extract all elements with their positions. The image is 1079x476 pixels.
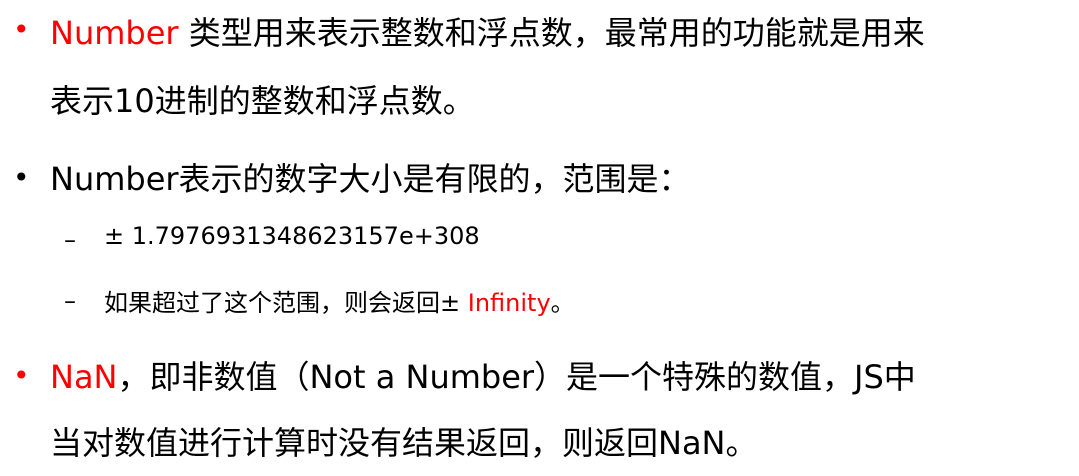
- bullet-marker: •: [13, 13, 30, 46]
- bullet-line: Number 类型用来表示整数和浮点数，最常用的功能就是用来: [50, 8, 925, 54]
- bullet-line: 表示10进制的整数和浮点数。: [50, 82, 475, 120]
- highlight-nan: NaN: [50, 358, 118, 396]
- bullet-line: 当对数值进行计算时没有结果返回，则返回NaN。: [50, 424, 758, 462]
- highlight-number: Number: [50, 14, 179, 52]
- bullet-marker: •: [13, 359, 30, 392]
- sub-dash: –: [64, 226, 76, 254]
- slide-content: • Number 类型用来表示整数和浮点数，最常用的功能就是用来 表示10进制的…: [0, 0, 1079, 476]
- sub-line: 如果超过了这个范围，则会返回± Infinity。: [104, 283, 575, 318]
- line-text: 类型用来表示整数和浮点数，最常用的功能就是用来: [178, 14, 925, 52]
- sub-dash: –: [64, 287, 76, 315]
- sub-line: ± 1.7976931348623157e+308: [104, 222, 480, 250]
- bullet-line: NaN，即非数值（Not a Number）是一个特殊的数值，JS中: [50, 352, 916, 398]
- bullet-line: Number表示的数字大小是有限的，范围是：: [50, 160, 691, 198]
- line-text: ，即非数值（Not a Number）是一个特殊的数值，JS中: [117, 358, 916, 396]
- bullet-marker: •: [13, 161, 30, 194]
- sub-text-after: 。: [550, 289, 575, 317]
- highlight-infinity: Infinity: [467, 289, 551, 317]
- sub-text-before: 如果超过了这个范围，则会返回±: [104, 289, 468, 317]
